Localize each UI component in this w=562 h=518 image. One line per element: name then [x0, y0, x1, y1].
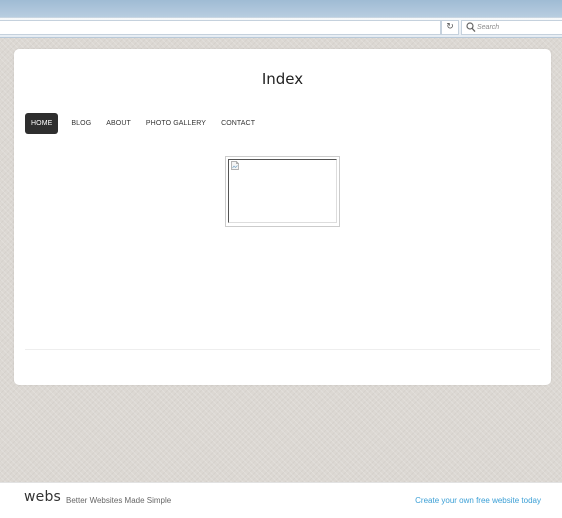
image-placeholder-frame: [225, 156, 340, 227]
webs-logo[interactable]: webs: [24, 489, 61, 505]
webs-footer-bar: webs Better Websites Made Simple Create …: [0, 482, 562, 518]
page-content-card: Index HOME BLOG ABOUT PHOTO GALLERY CONT…: [14, 49, 551, 385]
broken-image: [228, 159, 337, 223]
page-title: Index: [261, 70, 304, 88]
browser-title-strip: [0, 0, 562, 17]
nav-item-contact[interactable]: CONTACT: [217, 113, 259, 134]
address-bar[interactable]: [0, 20, 441, 35]
main-nav: HOME BLOG ABOUT PHOTO GALLERY CONTACT: [25, 113, 266, 134]
broken-image-icon: [231, 161, 239, 170]
browser-search-input[interactable]: Search: [461, 20, 562, 35]
content-divider: [25, 349, 540, 350]
nav-item-home[interactable]: HOME: [25, 113, 59, 134]
search-icon: [466, 22, 476, 33]
refresh-icon: ↻: [446, 22, 454, 32]
nav-item-blog[interactable]: BLOG: [67, 113, 95, 134]
nav-item-about[interactable]: ABOUT: [102, 113, 135, 134]
search-placeholder: Search: [477, 24, 500, 31]
refresh-button[interactable]: ↻: [441, 20, 459, 35]
webs-tagline: Better Websites Made Simple: [66, 496, 172, 505]
browser-toolbar: ↻ Search: [0, 17, 562, 38]
create-website-link[interactable]: Create your own free website today: [415, 496, 541, 505]
nav-item-photo-gallery[interactable]: PHOTO GALLERY: [142, 113, 210, 134]
browser-chrome: ↻ Search: [0, 0, 562, 38]
